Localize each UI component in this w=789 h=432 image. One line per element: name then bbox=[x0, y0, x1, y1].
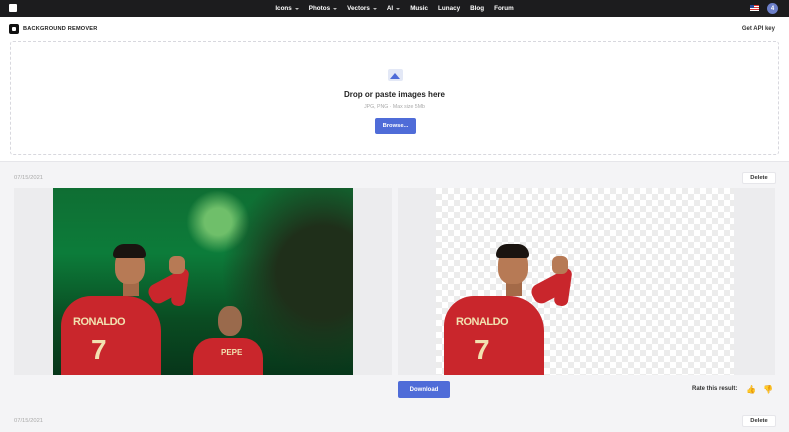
nav-item-forum[interactable]: Forum bbox=[494, 5, 514, 12]
nav-item-label: Forum bbox=[494, 5, 514, 12]
nav-item-label: Blog bbox=[470, 5, 485, 12]
browse-button[interactable]: Browse... bbox=[375, 118, 416, 134]
background-remover-logo-icon bbox=[9, 24, 19, 34]
delete-button[interactable]: Delete bbox=[742, 415, 776, 427]
nav-item-lunacy[interactable]: Lunacy bbox=[438, 5, 460, 12]
nav-item-label: Icons bbox=[275, 5, 292, 12]
chevron-down-icon bbox=[396, 7, 401, 10]
nav-item-label: Vectors bbox=[347, 5, 370, 12]
player-hair bbox=[113, 244, 146, 258]
original-image-panel: PEPE RONALDO 7 bbox=[14, 188, 392, 375]
jersey-number: 7 bbox=[91, 334, 107, 365]
brand: BACKGROUND REMOVER bbox=[9, 24, 97, 34]
thumbs-down-icon[interactable]: 👎 bbox=[763, 385, 773, 394]
image-upload-icon bbox=[388, 69, 403, 81]
nav-item-vectors[interactable]: Vectors bbox=[347, 5, 377, 12]
player-fist bbox=[169, 256, 185, 274]
transparent-result-photo: RONALDO 7 bbox=[436, 188, 734, 375]
chevron-down-icon bbox=[372, 7, 377, 10]
jersey-number: 7 bbox=[474, 334, 490, 365]
player-figure: RONALDO 7 bbox=[53, 188, 353, 375]
original-photo: PEPE RONALDO 7 bbox=[53, 188, 353, 375]
result-date: 07/15/2021 bbox=[14, 175, 44, 181]
player-hair bbox=[496, 244, 529, 258]
upload-card: BACKGROUND REMOVER Get API key Drop or p… bbox=[0, 17, 789, 162]
us-flag-icon[interactable] bbox=[750, 5, 759, 11]
top-navbar: Icons Photos Vectors AI Music Lunacy Blo… bbox=[0, 0, 789, 17]
result-date: 07/15/2021 bbox=[14, 418, 44, 424]
result-image-panel: RONALDO 7 bbox=[398, 188, 775, 375]
nav-item-label: AI bbox=[386, 5, 394, 12]
player-jersey bbox=[61, 296, 161, 375]
nav-item-icons[interactable]: Icons bbox=[275, 5, 299, 12]
nav-item-photos[interactable]: Photos bbox=[308, 5, 338, 12]
delete-button[interactable]: Delete bbox=[742, 172, 776, 184]
rate-result-label: Rate this result: bbox=[692, 386, 738, 392]
nav-item-music[interactable]: Music bbox=[410, 5, 428, 12]
dropzone-title: Drop or paste images here bbox=[344, 90, 445, 99]
nav-item-label: Photos bbox=[308, 5, 331, 12]
chevron-down-icon bbox=[333, 7, 338, 10]
cutout-player-figure: RONALDO 7 bbox=[436, 188, 734, 375]
player-jersey bbox=[444, 296, 544, 375]
chevron-down-icon bbox=[294, 7, 299, 10]
get-api-key-link[interactable]: Get API key bbox=[742, 26, 775, 32]
nav-item-ai[interactable]: AI bbox=[386, 5, 401, 12]
nav-item-label: Music bbox=[410, 5, 429, 12]
avatar[interactable]: 4 bbox=[767, 3, 778, 14]
dropzone-hint: JPG, PNG · Max size 5Mb bbox=[364, 104, 425, 110]
thumbs-up-icon[interactable]: 👍 bbox=[746, 385, 756, 394]
nav-menu: Icons Photos Vectors AI Music Lunacy Blo… bbox=[0, 0, 789, 17]
page-title: BACKGROUND REMOVER bbox=[23, 26, 98, 32]
download-button[interactable]: Download bbox=[398, 381, 450, 398]
jersey-name: RONALDO bbox=[73, 316, 126, 328]
image-dropzone[interactable]: Drop or paste images here JPG, PNG · Max… bbox=[10, 41, 779, 155]
player-fist bbox=[552, 256, 568, 274]
nav-item-blog[interactable]: Blog bbox=[470, 5, 484, 12]
jersey-name: RONALDO bbox=[456, 316, 509, 328]
nav-item-label: Lunacy bbox=[438, 5, 461, 12]
